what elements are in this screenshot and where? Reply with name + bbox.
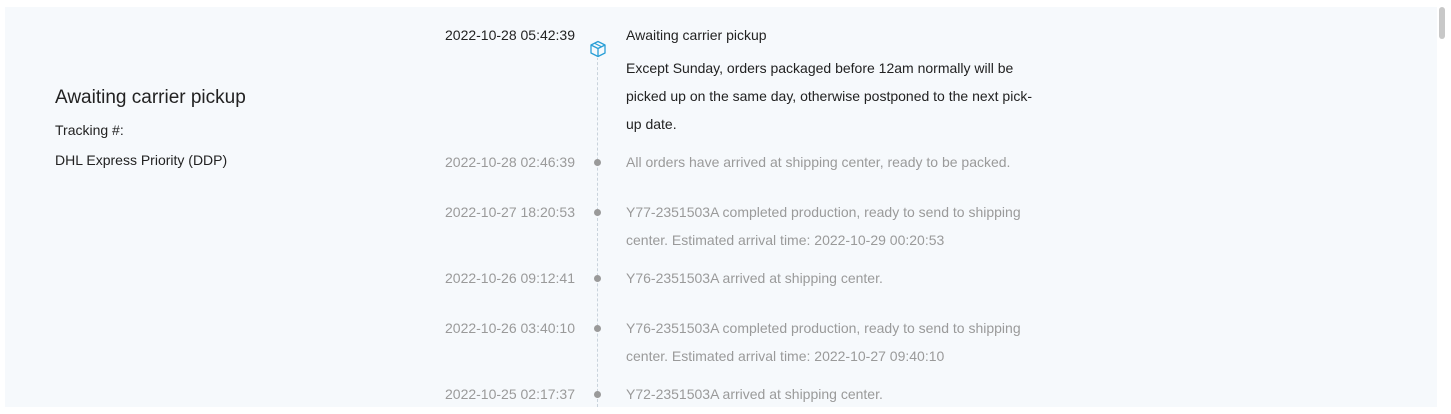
- timeline-dot: [594, 159, 601, 166]
- timeline-dot: [594, 209, 601, 216]
- carrier-name: DHL Express Priority (DDP): [55, 152, 228, 168]
- event-time: 2022-10-27 18:20:53: [445, 204, 575, 220]
- package-icon: [589, 40, 607, 58]
- event-description: Y76-2351503A arrived at shipping center.: [626, 270, 883, 286]
- event-time: 2022-10-25 02:17:37: [445, 386, 575, 402]
- event-title: Awaiting carrier pickup: [626, 27, 767, 43]
- event-description: Awaiting carrier pickup Except Sunday, o…: [626, 21, 1036, 138]
- tracking-number-label: Tracking #:: [55, 122, 124, 138]
- event-time: 2022-10-28 02:46:39: [445, 154, 575, 170]
- event-time: 2022-10-28 05:42:39: [445, 27, 575, 43]
- event-time: 2022-10-26 03:40:10: [445, 320, 575, 336]
- tracking-panel: Awaiting carrier pickup Tracking #: DHL …: [5, 7, 1437, 407]
- shipment-summary: Awaiting carrier pickup Tracking #: DHL …: [55, 87, 246, 169]
- timeline-dot: [594, 391, 601, 398]
- event-description: Y76-2351503A completed production, ready…: [626, 320, 1021, 364]
- timeline-dot: [594, 275, 601, 282]
- event-description: All orders have arrived at shipping cent…: [626, 154, 1011, 170]
- event-note: Except Sunday, orders packaged before 12…: [626, 60, 1032, 132]
- timeline-line: [597, 47, 598, 407]
- event-time: 2022-10-26 09:12:41: [445, 270, 575, 286]
- shipment-status-title: Awaiting carrier pickup: [55, 87, 246, 108]
- scrollbar-thumb[interactable]: [1439, 7, 1445, 39]
- event-description: Y77-2351503A completed production, ready…: [626, 204, 1021, 248]
- timeline-dot: [594, 325, 601, 332]
- event-description: Y72-2351503A arrived at shipping center.: [626, 386, 883, 402]
